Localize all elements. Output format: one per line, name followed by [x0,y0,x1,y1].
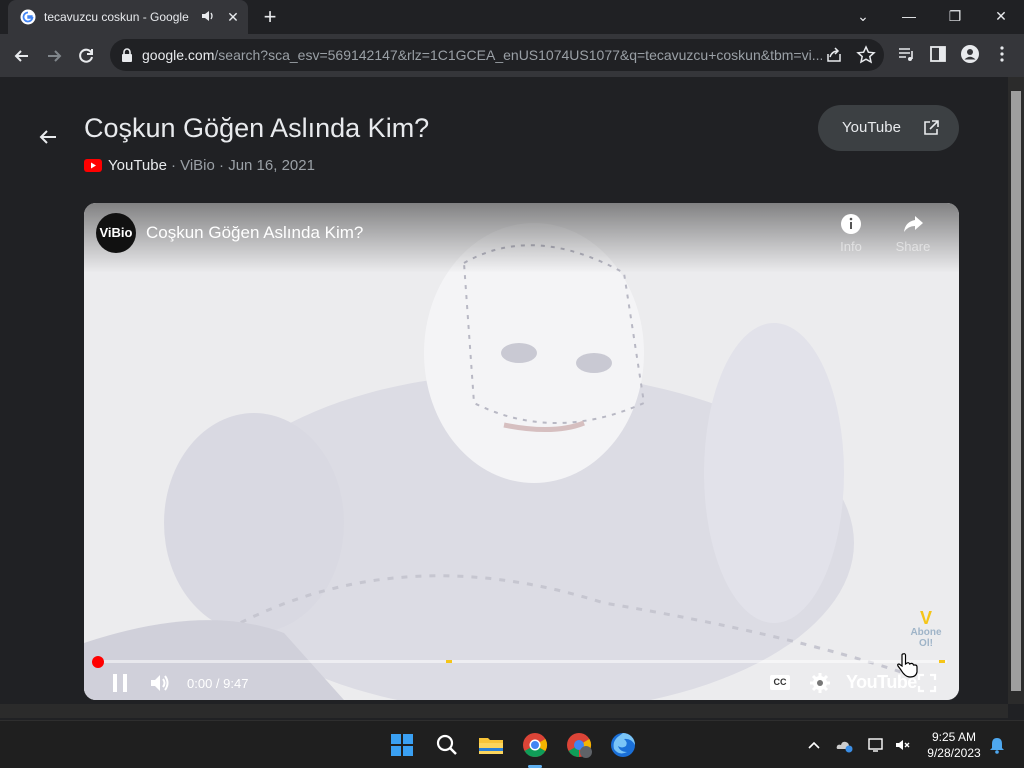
media-control-icon[interactable] [896,44,916,64]
watermark-text: Abone Ol! [910,627,942,649]
menu-kebab-icon[interactable] [992,44,1012,64]
external-link-icon [924,120,939,135]
onedrive-icon[interactable] [835,735,855,755]
tab-search-icon[interactable]: ⌄ [848,4,878,28]
start-menu-icon[interactable] [386,729,418,761]
settings-gear-icon[interactable] [808,671,832,695]
address-bar[interactable]: google.com/search?sca_esv=569142147&rlz=… [110,39,884,71]
result-title[interactable]: Coşkun Göğen Aslında Kim? [84,113,429,144]
url-path: /search?sca_esv=569142147&rlz=1C1GCEA_en… [214,47,822,63]
video-preview-panel: Coşkun Göğen Aslında Kim? YouTube · ViBi… [0,77,1008,704]
video-player[interactable]: ViBio Coşkun Göğen Aslında Kim? Info Sha… [84,203,959,700]
reload-icon[interactable] [72,42,100,70]
back-icon[interactable] [8,42,36,70]
clock-time: 9:25 AM [931,730,977,744]
chrome-icon[interactable] [519,729,551,761]
result-source[interactable]: YouTube [108,157,167,174]
file-explorer-icon[interactable] [475,729,507,761]
clock-date: 9/28/2023 [927,746,981,760]
browser-toolbar: google.com/search?sca_esv=569142147&rlz=… [0,34,1024,77]
notification-bell-icon[interactable] [987,735,1007,755]
system-clock[interactable]: 9:25 AM 9/28/2023 [918,729,990,761]
search-icon[interactable] [431,729,463,761]
chrome-profile-icon[interactable] [563,729,595,761]
time-display: 0:00 / 9:47 [187,676,249,691]
volume-icon[interactable] [148,671,172,695]
windows-taskbar: 9:25 AM 9/28/2023 [0,720,1024,768]
back-arrow-icon[interactable] [36,125,60,149]
url-text: google.com/search?sca_esv=569142147&rlz=… [142,47,822,63]
lock-icon[interactable] [120,47,134,63]
url-host: google.com [142,47,215,63]
chapter-marker [938,660,945,663]
share-label: Share [895,239,931,254]
minimize-button[interactable]: — [894,4,924,28]
video-title[interactable]: Coşkun Göğen Aslında Kim? [146,223,363,243]
result-channel-date: · ViBio · Jun 16, 2021 [170,157,315,174]
pause-icon[interactable] [108,671,132,695]
info-icon [841,214,861,234]
open-youtube-label: YouTube [842,119,901,136]
side-panel-icon[interactable] [928,44,948,64]
volume-muted-icon[interactable] [893,735,913,755]
result-meta: YouTube · ViBio · Jun 16, 2021 [84,157,315,174]
open-youtube-button[interactable]: YouTube [818,105,959,151]
network-icon[interactable] [867,735,887,755]
vertical-scrollbar[interactable] [1008,77,1024,704]
progress-bar[interactable] [92,656,947,668]
tab-close-icon[interactable]: ✕ [224,8,242,26]
info-button[interactable]: Info [826,213,876,254]
close-window-button[interactable]: ✕ [986,4,1016,28]
channel-avatar[interactable]: ViBio [96,213,136,253]
new-tab-button[interactable]: + [258,6,282,30]
youtube-icon [84,159,102,172]
tab-title: tecavuzcu coskun - Google [44,10,189,24]
share-icon[interactable] [824,45,844,65]
profile-icon[interactable] [960,44,980,64]
bookmark-star-icon[interactable] [856,45,876,65]
captions-button[interactable]: CC [770,675,790,690]
horizontal-scrollbar[interactable] [0,704,1008,718]
chapter-marker [446,660,453,663]
browser-tab[interactable]: tecavuzcu coskun - Google ✕ [8,0,248,34]
video-frame[interactable] [84,203,959,700]
subscribe-watermark[interactable]: V Abone Ol! [904,609,948,649]
watermark-logo: V [919,608,932,628]
google-icon [20,9,36,25]
share-arrow-icon [904,216,923,232]
hand-cursor-icon [897,653,918,678]
tab-strip: tecavuzcu coskun - Google ✕ + ⌄ — ❐ ✕ [0,0,1024,34]
chevron-up-icon[interactable] [804,735,824,755]
share-video-button[interactable]: Share [888,213,938,254]
fullscreen-icon[interactable] [915,671,939,695]
forward-icon[interactable] [40,42,68,70]
horizontal-scroll-thumb[interactable] [14,707,992,715]
restore-button[interactable]: ❐ [940,4,970,28]
player-controls: 0:00 / 9:47 CC YouTube [84,667,959,700]
info-label: Info [840,239,862,254]
vertical-scroll-thumb[interactable] [1011,91,1021,691]
audio-playing-icon[interactable] [200,8,216,24]
firefox-icon[interactable] [607,729,639,761]
